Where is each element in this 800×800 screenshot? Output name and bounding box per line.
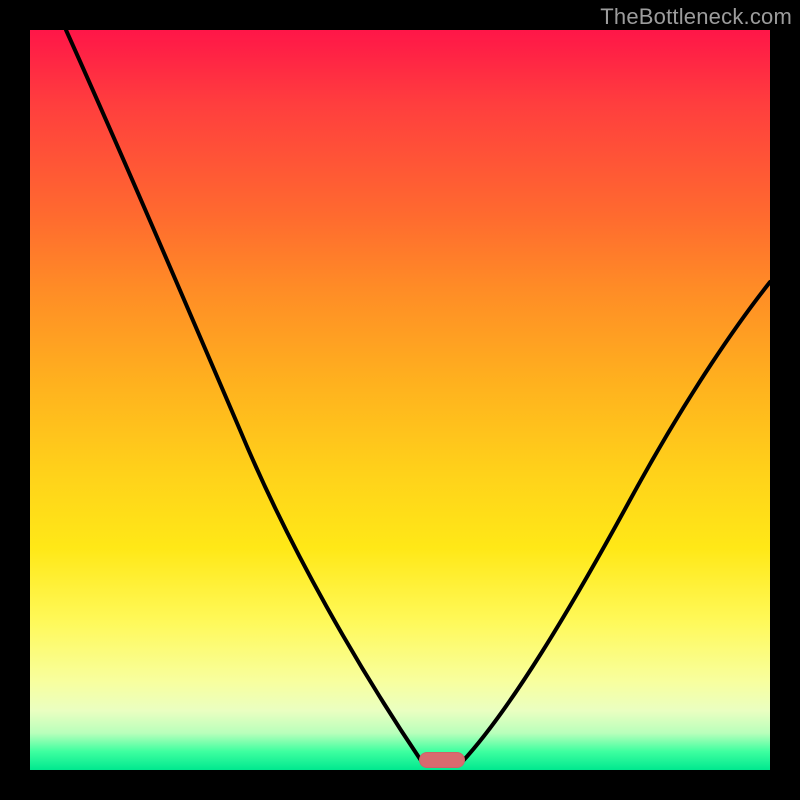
optimal-marker <box>419 752 465 768</box>
plot-area <box>30 30 770 770</box>
bottleneck-curve <box>30 30 770 770</box>
chart-frame: TheBottleneck.com <box>0 0 800 800</box>
watermark-text: TheBottleneck.com <box>600 4 792 30</box>
